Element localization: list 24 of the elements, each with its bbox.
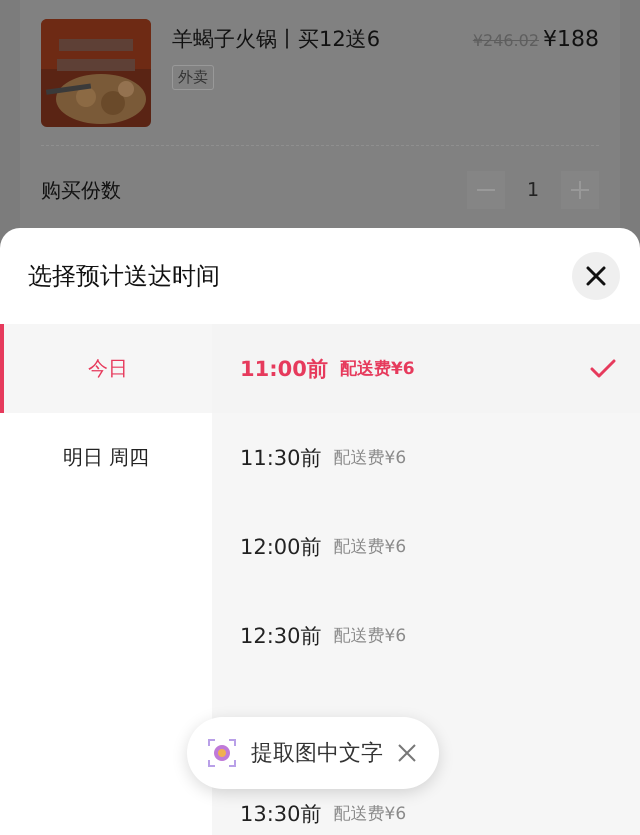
delivery-fee: 配送费¥6 — [334, 536, 406, 558]
delivery-fee: 配送费¥6 — [334, 447, 406, 469]
slot-time: 12:00前 — [240, 534, 322, 560]
quantity-value: 1 — [526, 179, 540, 201]
quantity-label: 购买份数 — [41, 176, 121, 204]
scan-icon — [207, 738, 237, 768]
product-title: 羊蝎子火锅丨买12送6 — [172, 26, 380, 53]
delivery-tag: 外卖 — [172, 65, 214, 90]
sheet-title: 选择预计送达时间 — [28, 261, 220, 292]
close-button[interactable] — [572, 252, 620, 300]
delivery-fee: 配送费¥6 — [334, 625, 406, 647]
price: ¥188 — [543, 27, 599, 52]
delivery-fee: 配送费¥6 — [340, 358, 415, 380]
slot-time: 13:30前 — [240, 800, 322, 828]
prompt-text: 提取图中文字 — [251, 740, 383, 768]
slot-time: 11:30前 — [240, 444, 322, 472]
slot-time: 12:30前 — [240, 622, 322, 650]
delivery-fee: 配送费¥6 — [334, 803, 406, 825]
close-icon — [586, 266, 606, 286]
slot-time: 11:00前 — [240, 356, 328, 382]
check-icon — [590, 358, 616, 378]
text-extract-toast[interactable]: 提取图中文字 — [187, 717, 439, 789]
day-tab[interactable]: 今日 — [0, 324, 212, 413]
close-icon[interactable] — [397, 743, 417, 763]
